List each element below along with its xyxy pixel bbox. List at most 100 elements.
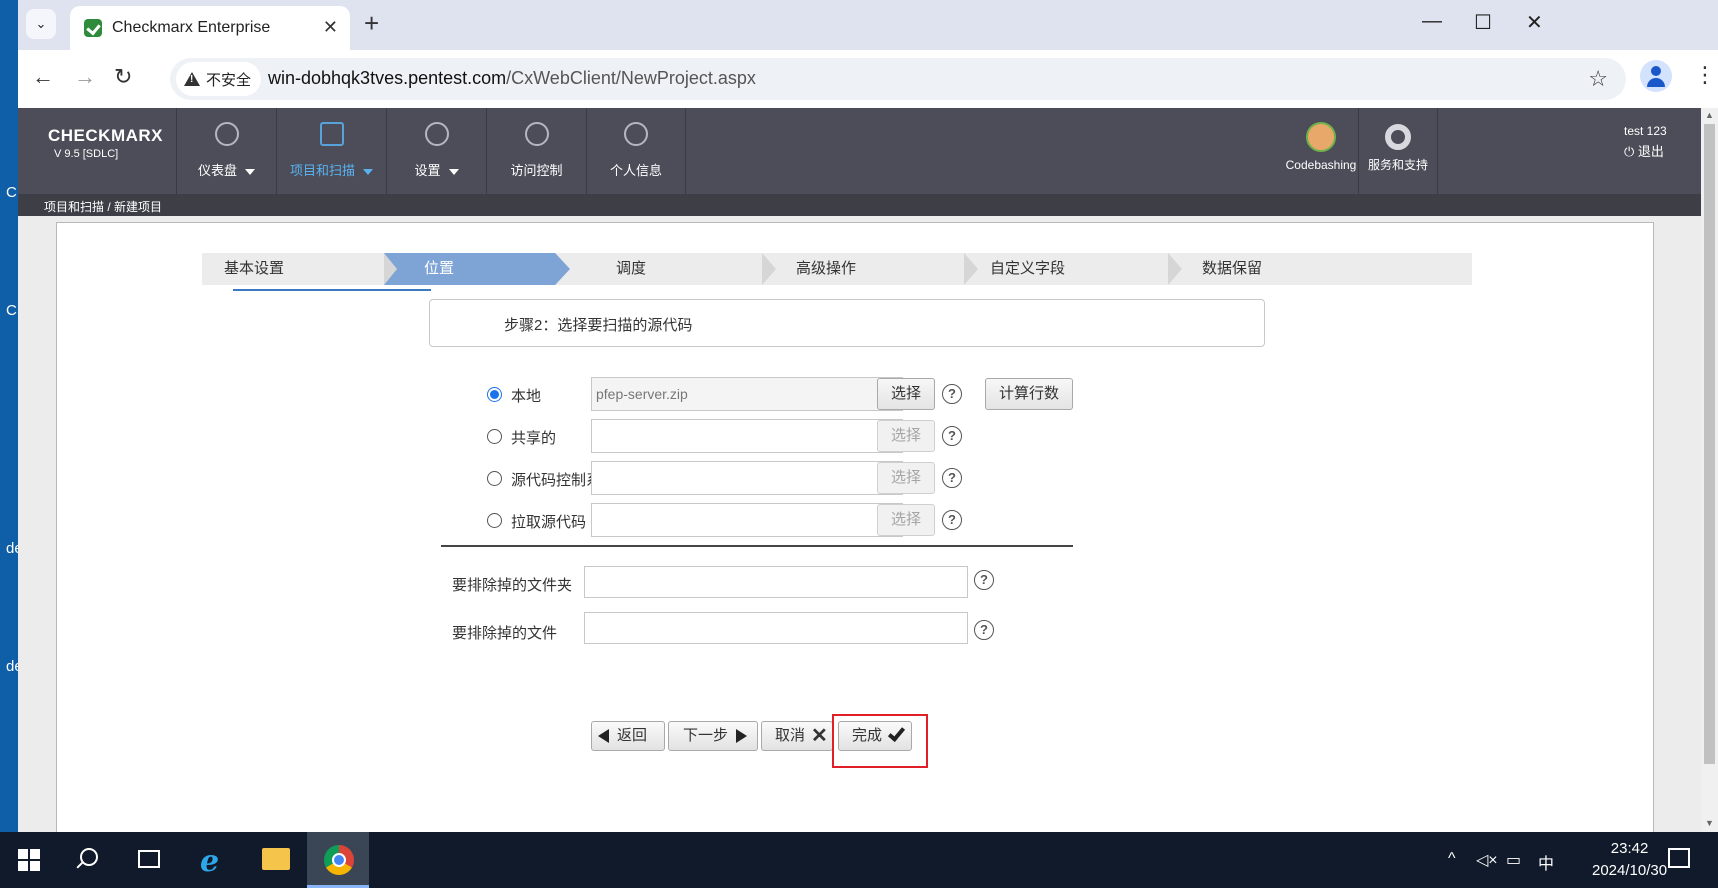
- minimize-icon[interactable]: —: [1422, 10, 1442, 33]
- url-text[interactable]: win-dobhqk3tves.pentest.com/CxWebClient/…: [268, 68, 756, 89]
- wizard-step-basic[interactable]: 基本设置: [224, 253, 384, 285]
- shared-path-input[interactable]: [591, 419, 903, 453]
- network-icon[interactable]: ▭: [1506, 850, 1521, 870]
- step-title: 步骤2：选择要扫描的源代码: [504, 317, 693, 334]
- windows-start-icon[interactable]: [18, 849, 40, 871]
- user-menu: test 123 ⏻ 退出: [1624, 124, 1667, 160]
- help-icon[interactable]: ?: [942, 510, 962, 530]
- nav-personal-info[interactable]: 个人信息: [586, 108, 686, 194]
- back-arrow-icon[interactable]: ←: [32, 64, 54, 90]
- page-scrollbar[interactable]: ▲ ▼: [1701, 108, 1718, 832]
- next-button[interactable]: 下一步: [668, 721, 758, 751]
- codebashing-link[interactable]: Codebashing: [1282, 108, 1360, 194]
- choose-shared-button[interactable]: 选择: [877, 420, 935, 452]
- help-icon[interactable]: ?: [974, 620, 994, 640]
- option-label: 拉取源代码: [511, 514, 587, 531]
- scroll-down-arrow-icon[interactable]: ▼: [1705, 818, 1714, 828]
- help-icon[interactable]: ?: [942, 468, 962, 488]
- radio-shared[interactable]: [487, 429, 502, 444]
- help-icon[interactable]: ?: [974, 570, 994, 590]
- pull-path-input[interactable]: [591, 503, 903, 537]
- file-explorer-icon[interactable]: [262, 848, 290, 870]
- nav-projects-scans[interactable]: 项目和扫描: [276, 108, 386, 194]
- help-icon[interactable]: ?: [942, 426, 962, 446]
- bookmark-star-icon[interactable]: ☆: [1588, 66, 1608, 92]
- profile-avatar-icon[interactable]: [1640, 60, 1672, 92]
- triangle-left-icon: [598, 729, 609, 744]
- chrome-icon[interactable]: [324, 845, 354, 875]
- support-label: 服务和支持: [1367, 158, 1428, 172]
- exclude-folders-input[interactable]: [584, 566, 968, 598]
- version-label: V 9.5 [SDLC]: [54, 148, 119, 160]
- notification-icon[interactable]: [1668, 848, 1690, 868]
- internet-explorer-icon[interactable]: e: [200, 844, 219, 879]
- reload-icon[interactable]: ↻: [114, 64, 132, 90]
- back-button[interactable]: 返回: [591, 721, 665, 751]
- nav-settings[interactable]: 设置: [386, 108, 486, 194]
- nav-access-control[interactable]: 访问控制: [486, 108, 586, 194]
- count-lines-button[interactable]: 计算行数: [985, 378, 1073, 410]
- clock-time: 23:42: [1610, 840, 1649, 857]
- logout-label: 退出: [1637, 144, 1664, 159]
- scroll-thumb[interactable]: [1704, 124, 1715, 764]
- desktop-icon-label: C: [6, 302, 17, 319]
- browser-window: ⌄ Checkmarx Enterprise ✕ + — ☐ ✕ ← → ↻ 不…: [18, 0, 1718, 832]
- warning-icon: [184, 72, 200, 86]
- choose-local-button[interactable]: 选择: [877, 378, 935, 410]
- close-tab-icon[interactable]: ✕: [323, 17, 338, 38]
- tab-title: Checkmarx Enterprise: [112, 19, 271, 36]
- browser-tab[interactable]: Checkmarx Enterprise ✕: [70, 6, 350, 50]
- wizard-step-custom-fields[interactable]: 自定义字段: [990, 253, 1150, 285]
- access-control-icon: [524, 122, 549, 146]
- radio-pull[interactable]: [487, 513, 502, 528]
- windows-taskbar: e ^ ◁× ▭ 中 23:42 2024/10/30: [0, 832, 1718, 888]
- cancel-button[interactable]: 取消 ✕: [761, 721, 833, 751]
- exclude-files-input[interactable]: [584, 612, 968, 644]
- wizard-step-schedule[interactable]: 调度: [616, 253, 746, 285]
- app-header: CHECKMARX V 9.5 [SDLC] 仪表盘 项目和扫描 设置 访问控制…: [18, 108, 1701, 194]
- project-search-icon: [319, 122, 344, 146]
- taskbar-clock[interactable]: 23:42 2024/10/30: [1592, 838, 1667, 882]
- maximize-icon[interactable]: ☐: [1474, 10, 1492, 35]
- ime-indicator[interactable]: 中: [1538, 850, 1554, 874]
- security-label: 不安全: [206, 71, 252, 89]
- search-icon[interactable]: [80, 848, 98, 866]
- nav-dashboard[interactable]: 仪表盘: [176, 108, 276, 194]
- choose-scm-button[interactable]: 选择: [877, 462, 935, 494]
- choose-pull-button[interactable]: 选择: [877, 504, 935, 536]
- chevron-up-icon[interactable]: ^: [1448, 850, 1456, 868]
- next-label: 下一步: [683, 727, 729, 744]
- help-icon[interactable]: ?: [942, 384, 962, 404]
- wizard-step-advanced[interactable]: 高级操作: [796, 253, 946, 285]
- close-window-icon[interactable]: ✕: [1526, 10, 1543, 35]
- new-tab-icon[interactable]: +: [364, 10, 379, 36]
- scroll-up-arrow-icon[interactable]: ▲: [1705, 110, 1714, 120]
- forward-arrow-icon[interactable]: →: [74, 64, 96, 90]
- radio-scm[interactable]: [487, 471, 502, 486]
- codebashing-avatar-icon: [1306, 122, 1336, 152]
- checkmarx-logo[interactable]: CHECKMARX: [48, 126, 163, 146]
- security-chip[interactable]: 不安全: [176, 62, 262, 96]
- radio-local[interactable]: [487, 387, 502, 402]
- browser-toolbar: ← → ↻ 不安全 win-dobhqk3tves.pentest.com/Cx…: [18, 50, 1718, 108]
- nav-label: 仪表盘: [197, 163, 237, 178]
- caret-down-icon: [245, 168, 255, 175]
- support-link[interactable]: 服务和支持: [1358, 108, 1438, 194]
- local-path-input[interactable]: [591, 377, 903, 411]
- codebashing-label: Codebashing: [1285, 158, 1357, 172]
- logout-link[interactable]: ⏻ 退出: [1624, 141, 1667, 160]
- power-icon: ⏻: [1624, 144, 1635, 159]
- scm-path-input[interactable]: [591, 461, 903, 495]
- wizard-step-data-retention[interactable]: 数据保留: [1202, 253, 1362, 285]
- exclude-files-label: 要排除掉的文件: [452, 625, 558, 642]
- wizard-step-location[interactable]: 位置: [384, 253, 570, 285]
- kebab-menu-icon[interactable]: ⋮: [1694, 62, 1716, 88]
- step-separator: [964, 253, 978, 285]
- desktop-background: [0, 0, 18, 832]
- address-bar[interactable]: 不安全 win-dobhqk3tves.pentest.com/CxWebCli…: [170, 58, 1626, 100]
- task-view-icon[interactable]: [138, 850, 160, 868]
- tab-search-button[interactable]: ⌄: [26, 9, 56, 39]
- nav-label: 个人信息: [609, 163, 662, 178]
- section-divider: [441, 545, 1073, 547]
- volume-muted-icon[interactable]: ◁×: [1476, 850, 1498, 870]
